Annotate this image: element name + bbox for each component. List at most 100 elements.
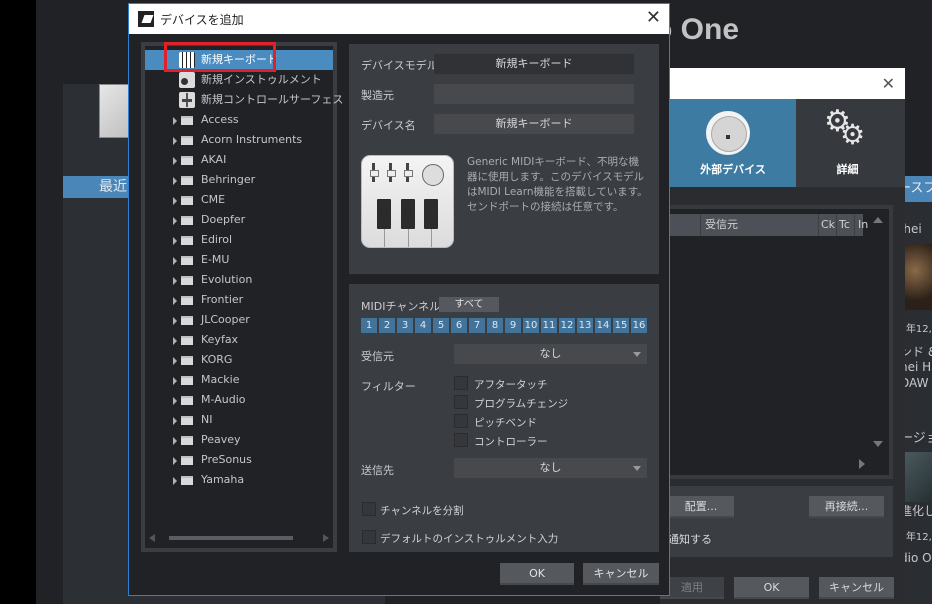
expand-arrow-icon[interactable]	[173, 457, 177, 465]
expand-arrow-icon[interactable]	[173, 197, 177, 205]
scroll-down-icon[interactable]	[873, 441, 883, 447]
column-header-tc[interactable]: Tc	[836, 214, 854, 236]
expand-arrow-icon[interactable]	[173, 437, 177, 445]
column-header-ck[interactable]: Ck	[818, 214, 836, 236]
expand-arrow-icon[interactable]	[173, 177, 177, 185]
keyboard-icon	[179, 52, 195, 68]
tab-label: 外部デバイス	[700, 163, 766, 176]
news-photo[interactable]	[904, 452, 932, 502]
ok-button[interactable]: OK	[500, 563, 574, 585]
tree-folder-item[interactable]: Access	[145, 110, 333, 130]
midi-channel-button[interactable]: 7	[469, 318, 485, 333]
expand-arrow-icon[interactable]	[173, 117, 177, 125]
expand-arrow-icon[interactable]	[173, 237, 177, 245]
tree-folder-item[interactable]: M-Audio	[145, 390, 333, 410]
midi-channel-button[interactable]: 15	[613, 318, 629, 333]
expand-arrow-icon[interactable]	[173, 157, 177, 165]
scroll-right-icon[interactable]	[323, 534, 329, 542]
scrollbar-thumb[interactable]	[169, 536, 293, 540]
device-name-field[interactable]: 新規キーボード	[434, 114, 634, 134]
tree-folder-item[interactable]: NI	[145, 410, 333, 430]
split-channels-checkbox[interactable]	[362, 502, 376, 516]
tab-advanced[interactable]: ⚙ ⚙ 詳細	[796, 99, 899, 187]
midi-channel-button[interactable]: 6	[451, 318, 467, 333]
tree-folder-item[interactable]: KORG	[145, 350, 333, 370]
expand-arrow-icon[interactable]	[173, 257, 177, 265]
manufacturer-field[interactable]	[434, 84, 634, 104]
tree-item-new-keyboard[interactable]: 新規キーボード	[145, 50, 333, 70]
tree-folder-item[interactable]: Evolution	[145, 270, 333, 290]
midi-channel-button[interactable]: 13	[577, 318, 593, 333]
tree-folder-item[interactable]: Frontier	[145, 290, 333, 310]
tree-horizontal-scrollbar[interactable]	[149, 532, 329, 544]
midi-channel-button[interactable]: 14	[595, 318, 611, 333]
tree-folder-item[interactable]: Peavey	[145, 430, 333, 450]
filter-checkbox[interactable]	[454, 395, 468, 409]
filter-label-text: プログラムチェンジ	[474, 398, 569, 410]
midi-channel-button[interactable]: 9	[505, 318, 521, 333]
close-icon[interactable]: ✕	[882, 74, 895, 93]
tab-external-devices[interactable]: 外部デバイス	[670, 99, 796, 187]
expand-arrow-icon[interactable]	[173, 357, 177, 365]
midi-channel-button[interactable]: 3	[397, 318, 413, 333]
filter-checkbox[interactable]	[454, 376, 468, 390]
tree-folder-item[interactable]: CME	[145, 190, 333, 210]
folder-icon	[181, 416, 193, 425]
scroll-left-icon[interactable]	[149, 534, 155, 542]
all-channels-button[interactable]: すべて	[439, 297, 499, 312]
expand-arrow-icon[interactable]	[173, 337, 177, 345]
close-icon[interactable]: ✕	[646, 7, 661, 29]
tree-folder-item[interactable]: Edirol	[145, 230, 333, 250]
expand-arrow-icon[interactable]	[173, 297, 177, 305]
send-to-dropdown[interactable]: なし	[454, 458, 647, 478]
device-table[interactable]: 受信元 Ck Tc In	[660, 205, 893, 479]
tree-folder-item[interactable]: PreSonus	[145, 450, 333, 470]
expand-arrow-icon[interactable]	[173, 377, 177, 385]
column-header-in[interactable]: In	[854, 214, 872, 236]
default-instrument-checkbox[interactable]	[362, 530, 376, 544]
expand-arrow-icon[interactable]	[173, 137, 177, 145]
column-header-receive[interactable]: 受信元	[700, 214, 818, 236]
scroll-up-icon[interactable]	[873, 217, 883, 223]
news-photo[interactable]	[904, 244, 932, 310]
tree-item-new-control-surface[interactable]: 新規コントロールサーフェス	[145, 90, 343, 110]
tree-folder-item[interactable]: Acorn Instruments	[145, 130, 333, 150]
tree-folder-item[interactable]: AKAI	[145, 150, 333, 170]
receive-from-dropdown[interactable]: なし	[454, 344, 647, 364]
tree-folder-item[interactable]: Yamaha	[145, 470, 333, 490]
place-button[interactable]: 配置...	[668, 496, 734, 518]
expand-arrow-icon[interactable]	[173, 417, 177, 425]
scroll-right-icon[interactable]	[859, 459, 865, 469]
options-cancel-button[interactable]: キャンセル	[819, 577, 894, 599]
folder-icon	[181, 236, 193, 245]
midi-channel-button[interactable]: 12	[559, 318, 575, 333]
filter-checkbox[interactable]	[454, 433, 468, 447]
midi-channel-button[interactable]: 5	[433, 318, 449, 333]
midi-channel-button[interactable]: 4	[415, 318, 431, 333]
folder-icon	[181, 356, 193, 365]
expand-arrow-icon[interactable]	[173, 217, 177, 225]
midi-channel-button[interactable]: 11	[541, 318, 557, 333]
tree-folder-item[interactable]: E-MU	[145, 250, 333, 270]
expand-arrow-icon[interactable]	[173, 397, 177, 405]
midi-channel-button[interactable]: 16	[631, 318, 647, 333]
midi-channel-button[interactable]: 8	[487, 318, 503, 333]
dialog-titlebar: デバイスを追加 ✕	[129, 4, 669, 34]
tree-folder-item[interactable]: Behringer	[145, 170, 333, 190]
filter-checkbox[interactable]	[454, 414, 468, 428]
expand-arrow-icon[interactable]	[173, 317, 177, 325]
tree-item-new-instrument[interactable]: 新規インストゥルメント	[145, 70, 333, 90]
tree-folder-item[interactable]: Mackie	[145, 370, 333, 390]
options-ok-button[interactable]: OK	[734, 577, 809, 599]
add-device-dialog: デバイスを追加 ✕ 新規キーボード 新規インストゥルメント 新規コントロールサー…	[128, 3, 670, 596]
tree-folder-item[interactable]: Doepfer	[145, 210, 333, 230]
midi-channel-button[interactable]: 10	[523, 318, 539, 333]
midi-channel-button[interactable]: 2	[379, 318, 395, 333]
expand-arrow-icon[interactable]	[173, 477, 177, 485]
tree-folder-item[interactable]: Keyfax	[145, 330, 333, 350]
midi-channel-button[interactable]: 1	[361, 318, 377, 333]
cancel-button[interactable]: キャンセル	[583, 563, 659, 585]
tree-folder-item[interactable]: JLCooper	[145, 310, 333, 330]
expand-arrow-icon[interactable]	[173, 277, 177, 285]
reconnect-button[interactable]: 再接続...	[809, 496, 884, 518]
